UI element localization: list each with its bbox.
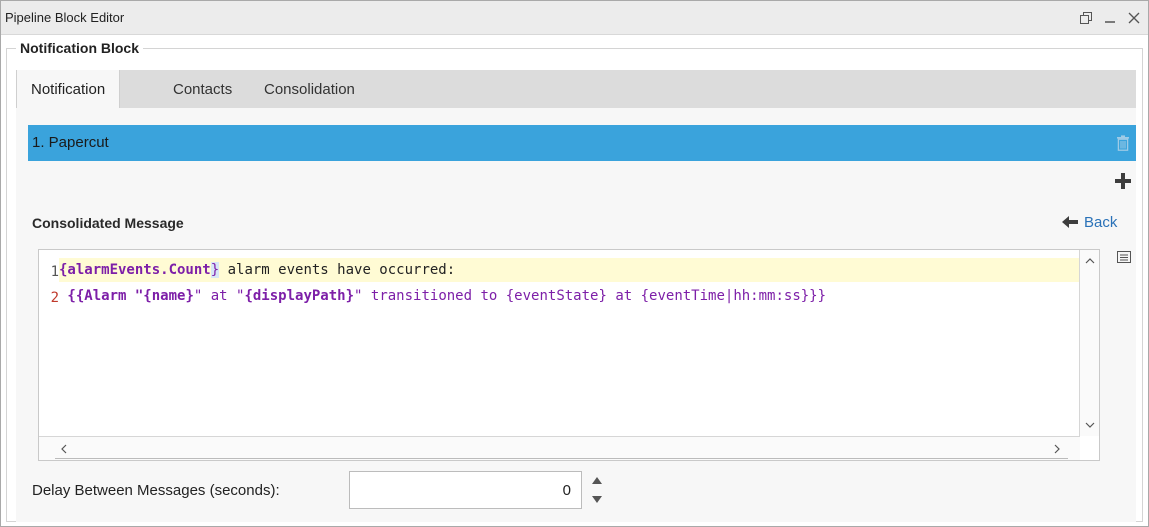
- notification-list-item[interactable]: 1. Papercut: [28, 125, 1136, 161]
- back-button[interactable]: Back: [1062, 211, 1117, 233]
- trash-icon[interactable]: [1116, 135, 1130, 151]
- tab-notification[interactable]: Notification: [16, 70, 121, 108]
- scroll-down-icon[interactable]: [1080, 416, 1099, 434]
- delay-spinner[interactable]: [583, 471, 610, 509]
- code-token: }: [210, 262, 220, 278]
- scroll-left-icon[interactable]: [55, 440, 73, 458]
- notification-item-label: 1. Papercut: [32, 134, 109, 151]
- tab-contacts[interactable]: Contacts: [159, 70, 246, 108]
- tab-consolidation[interactable]: Consolidation: [250, 70, 369, 108]
- line-number-gutter: 1 2: [39, 250, 59, 436]
- window-title: Pipeline Block Editor: [5, 10, 125, 25]
- consolidated-message-title: Consolidated Message: [32, 215, 184, 231]
- code-token: {{Alarm ": [59, 288, 144, 304]
- restore-icon[interactable]: [1076, 8, 1096, 28]
- spinner-down-icon[interactable]: [583, 490, 610, 509]
- tab-bar: Notification Contacts Consolidation: [16, 70, 1136, 108]
- message-editor[interactable]: 1 2 {alarmEvents.Count} alarm events hav…: [38, 249, 1100, 461]
- arrow-left-icon: [1062, 216, 1078, 228]
- code-token: " transitioned to {eventState} at {event…: [354, 288, 827, 304]
- code-token: alarm events have occurred:: [219, 262, 456, 278]
- title-bar: Pipeline Block Editor: [1, 1, 1148, 35]
- code-token: {name}: [143, 288, 194, 304]
- back-label: Back: [1084, 213, 1118, 231]
- horizontal-scrollbar[interactable]: [39, 436, 1080, 460]
- group-title: Notification Block: [16, 40, 144, 56]
- close-icon[interactable]: [1124, 8, 1144, 28]
- plus-icon[interactable]: [1114, 172, 1132, 190]
- code-area[interactable]: {alarmEvents.Count} alarm events have oc…: [59, 250, 1080, 436]
- vertical-scrollbar[interactable]: [1079, 250, 1099, 436]
- code-line-2: {{Alarm "{name}" at "{displayPath}" tran…: [59, 284, 1080, 308]
- scroll-right-icon[interactable]: [1048, 440, 1066, 458]
- line-number: 2: [50, 290, 59, 306]
- code-token: {displayPath}: [244, 288, 355, 304]
- scroll-track: [55, 458, 1068, 459]
- code-token: {alarmEvents.Count: [59, 262, 211, 278]
- document-icon[interactable]: [1117, 251, 1131, 263]
- minimize-icon[interactable]: [1100, 8, 1120, 28]
- code-token: " at ": [193, 288, 245, 304]
- line-number: 1: [50, 264, 59, 280]
- window-controls: [1076, 7, 1144, 29]
- code-line-1: {alarmEvents.Count} alarm events have oc…: [59, 258, 1080, 282]
- delay-value: 0: [562, 482, 571, 499]
- spinner-up-icon[interactable]: [583, 471, 610, 490]
- delay-input[interactable]: 0: [349, 471, 582, 509]
- scroll-up-icon[interactable]: [1080, 252, 1099, 270]
- delay-label: Delay Between Messages (seconds):: [32, 482, 280, 499]
